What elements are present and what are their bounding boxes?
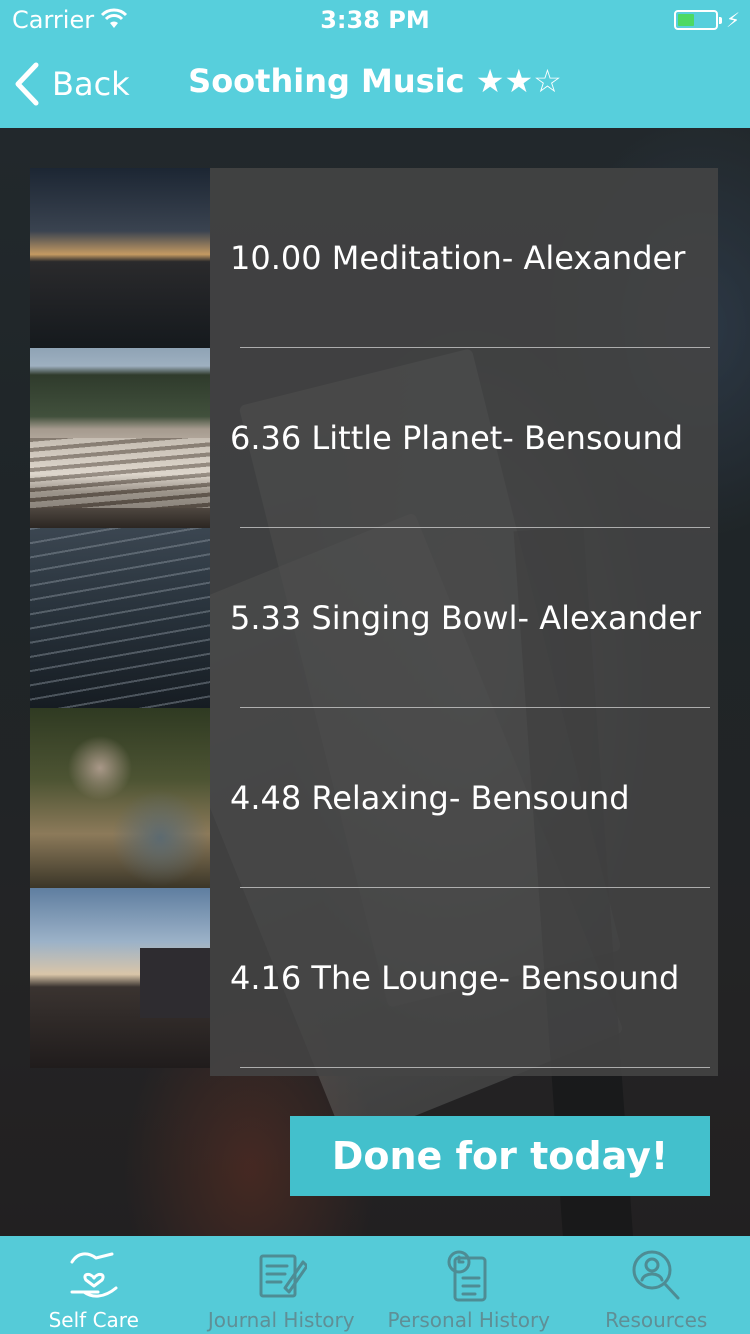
tab-label: Journal History <box>207 1308 355 1332</box>
track-title: 4.48 Relaxing- Bensound <box>230 779 630 817</box>
track-thumbnail <box>30 888 210 1068</box>
track-row[interactable]: 4.48 Relaxing- Bensound <box>30 708 718 888</box>
tab-label: Self Care <box>48 1308 139 1332</box>
track-title: 5.33 Singing Bowl- Alexander <box>230 599 702 637</box>
tab-bar: Self Care Journal History Personal Histo… <box>0 1236 750 1334</box>
track-title: 6.36 Little Planet- Bensound <box>230 419 684 457</box>
journal-pen-icon <box>259 1254 308 1298</box>
hand-heart-icon <box>70 1252 118 1298</box>
page-title: Soothing Music ★★☆ <box>188 62 562 100</box>
track-thumbnail <box>30 708 210 888</box>
tab-personal-history[interactable]: Personal History <box>375 1236 563 1334</box>
battery-icon <box>674 10 722 30</box>
status-bar: Carrier 3:38 PM ⚡ <box>0 0 750 40</box>
magnifier-person-icon <box>632 1250 680 1300</box>
track-row[interactable]: 6.36 Little Planet- Bensound <box>30 348 718 528</box>
tab-resources[interactable]: Resources <box>563 1236 750 1334</box>
status-time: 3:38 PM <box>320 6 430 34</box>
track-thumbnail <box>30 348 210 528</box>
tab-label: Personal History <box>387 1308 551 1332</box>
track-row[interactable]: 4.16 The Lounge- Bensound <box>30 888 718 1068</box>
done-for-today-button[interactable]: Done for today! <box>290 1116 710 1196</box>
tab-journal-history[interactable]: Journal History <box>188 1236 376 1334</box>
charging-icon: ⚡ <box>726 8 741 32</box>
row-divider <box>240 1067 710 1068</box>
track-list: 10.00 Meditation- Alexander 6.36 Little … <box>30 168 718 1076</box>
track-thumbnail <box>30 528 210 708</box>
track-title: 10.00 Meditation- Alexander <box>230 239 686 277</box>
track-title: 4.16 The Lounge- Bensound <box>230 959 680 997</box>
list-footer <box>210 1068 718 1076</box>
track-thumbnail <box>30 168 210 348</box>
tab-label: Resources <box>605 1308 708 1332</box>
clipboard-clock-icon <box>447 1250 487 1302</box>
navigation-bar: Carrier 3:38 PM ⚡ Back Soothing Music ★★… <box>0 0 750 128</box>
track-row[interactable]: 10.00 Meditation- Alexander <box>30 168 718 348</box>
tab-self-care[interactable]: Self Care <box>0 1236 188 1334</box>
track-row[interactable]: 5.33 Singing Bowl- Alexander <box>30 528 718 708</box>
